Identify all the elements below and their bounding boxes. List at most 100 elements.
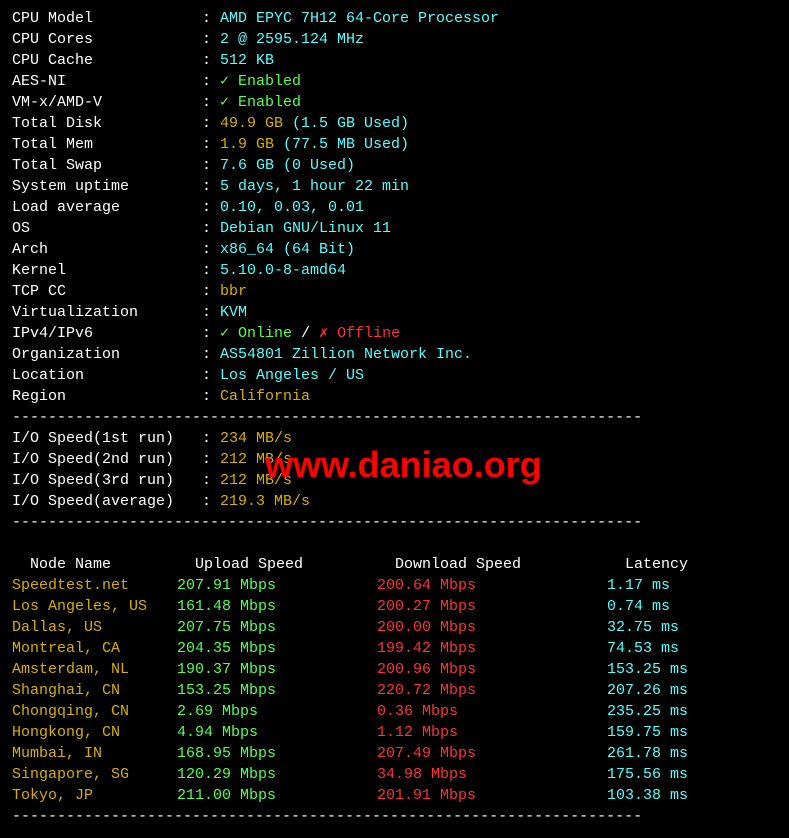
colon: : (202, 10, 220, 27)
system-info-block: CPU Model: AMD EPYC 7H12 64-Core Process… (12, 8, 777, 407)
upload-speed: 4.94 Mbps (177, 722, 377, 743)
system-row: VM-x/AMD-V: ✓ Enabled (12, 92, 777, 113)
node-name: Speedtest.net (12, 575, 177, 596)
system-label: OS (12, 218, 202, 239)
speedtest-row: Montreal, CA204.35 Mbps199.42 Mbps74.53 … (12, 638, 777, 659)
download-speed: 200.64 Mbps (377, 575, 607, 596)
node-name: Amsterdam, NL (12, 659, 177, 680)
system-value: ✓ Enabled (220, 73, 301, 90)
system-value-extra: (1.5 GB Used) (283, 115, 409, 132)
io-label: I/O Speed(1st run) (12, 428, 202, 449)
speedtest-row: Singapore, SG120.29 Mbps34.98 Mbps175.56… (12, 764, 777, 785)
colon: : (202, 346, 220, 363)
node-name: Chongqing, CN (12, 701, 177, 722)
system-value: 512 KB (220, 52, 274, 69)
latency: 103.38 ms (607, 785, 688, 806)
speedtest-row: Shanghai, CN153.25 Mbps220.72 Mbps207.26… (12, 680, 777, 701)
upload-speed: 161.48 Mbps (177, 596, 377, 617)
system-label: Organization (12, 344, 202, 365)
latency: 0.74 ms (607, 596, 670, 617)
download-speed: 0.36 Mbps (377, 701, 607, 722)
system-row: AES-NI: ✓ Enabled (12, 71, 777, 92)
system-value: California (220, 388, 310, 405)
system-value-extra: (77.5 MB Used) (274, 136, 409, 153)
speedtest-header: Node NameUpload SpeedDownload SpeedLaten… (12, 533, 777, 575)
download-speed: 200.96 Mbps (377, 659, 607, 680)
system-label: Total Disk (12, 113, 202, 134)
node-name: Montreal, CA (12, 638, 177, 659)
system-row: Total Disk: 49.9 GB (1.5 GB Used) (12, 113, 777, 134)
system-label: AES-NI (12, 71, 202, 92)
system-value: 1.9 GB (220, 136, 274, 153)
colon: : (202, 241, 220, 258)
node-name: Tokyo, JP (12, 785, 177, 806)
colon: : (202, 388, 220, 405)
system-label: CPU Model (12, 8, 202, 29)
system-row: CPU Model: AMD EPYC 7H12 64-Core Process… (12, 8, 777, 29)
system-value: 5.10.0-8-amd64 (220, 262, 346, 279)
system-label: TCP CC (12, 281, 202, 302)
latency: 32.75 ms (607, 617, 679, 638)
system-label: Kernel (12, 260, 202, 281)
speedtest-row: Chongqing, CN2.69 Mbps0.36 Mbps235.25 ms (12, 701, 777, 722)
system-label: System uptime (12, 176, 202, 197)
system-row: OS: Debian GNU/Linux 11 (12, 218, 777, 239)
io-value: 234 MB/s (220, 430, 292, 447)
ipv4-status: ✓ Online (220, 325, 292, 342)
download-speed: 1.12 Mbps (377, 722, 607, 743)
header-node: Node Name (30, 554, 195, 575)
latency: 235.25 ms (607, 701, 688, 722)
colon: : (202, 157, 220, 174)
system-row: Load average: 0.10, 0.03, 0.01 (12, 197, 777, 218)
colon: : (202, 430, 220, 447)
io-row: I/O Speed(2nd run) : 212 MB/s (12, 449, 777, 470)
io-value: 212 MB/s (220, 451, 292, 468)
speedtest-row: Dallas, US207.75 Mbps200.00 Mbps32.75 ms (12, 617, 777, 638)
system-row: Region: California (12, 386, 777, 407)
system-label: CPU Cores (12, 29, 202, 50)
colon: : (202, 94, 220, 111)
upload-speed: 207.91 Mbps (177, 575, 377, 596)
node-name: Singapore, SG (12, 764, 177, 785)
io-label: I/O Speed(2nd run) (12, 449, 202, 470)
colon: : (202, 325, 220, 342)
speedtest-row: Hongkong, CN4.94 Mbps1.12 Mbps159.75 ms (12, 722, 777, 743)
system-row: Virtualization: KVM (12, 302, 777, 323)
system-row: System uptime: 5 days, 1 hour 22 min (12, 176, 777, 197)
divider-line: ----------------------------------------… (12, 806, 777, 827)
colon: : (202, 115, 220, 132)
colon: : (202, 136, 220, 153)
upload-speed: 207.75 Mbps (177, 617, 377, 638)
system-value: 2 @ 2595.124 MHz (220, 31, 364, 48)
download-speed: 220.72 Mbps (377, 680, 607, 701)
io-row: I/O Speed(average) : 219.3 MB/s (12, 491, 777, 512)
speedtest-results: Speedtest.net207.91 Mbps200.64 Mbps1.17 … (12, 575, 777, 806)
download-speed: 200.27 Mbps (377, 596, 607, 617)
system-value: ✓ Enabled (220, 94, 301, 111)
upload-speed: 190.37 Mbps (177, 659, 377, 680)
system-value: 5 days, 1 hour 22 min (220, 178, 409, 195)
divider-line: ----------------------------------------… (12, 407, 777, 428)
system-row: TCP CC: bbr (12, 281, 777, 302)
system-value: 49.9 GB (220, 115, 283, 132)
header-upload: Upload Speed (195, 554, 395, 575)
system-label: VM-x/AMD-V (12, 92, 202, 113)
node-name: Los Angeles, US (12, 596, 177, 617)
system-value: AMD EPYC 7H12 64-Core Processor (220, 10, 499, 27)
latency: 207.26 ms (607, 680, 688, 701)
system-row: CPU Cache: 512 KB (12, 50, 777, 71)
io-row: I/O Speed(3rd run) : 212 MB/s (12, 470, 777, 491)
system-label: IPv4/IPv6 (12, 323, 202, 344)
system-row: IPv4/IPv6: ✓ Online / ✗ Offline (12, 323, 777, 344)
io-value: 212 MB/s (220, 472, 292, 489)
system-label: Load average (12, 197, 202, 218)
system-value: AS54801 Zillion Network Inc. (220, 346, 472, 363)
upload-speed: 153.25 Mbps (177, 680, 377, 701)
colon: : (202, 178, 220, 195)
download-speed: 199.42 Mbps (377, 638, 607, 659)
download-speed: 207.49 Mbps (377, 743, 607, 764)
system-row: Total Swap: 7.6 GB (0 Used) (12, 155, 777, 176)
colon: : (202, 199, 220, 216)
system-value: x86_64 (64 Bit) (220, 241, 355, 258)
speedtest-row: Speedtest.net207.91 Mbps200.64 Mbps1.17 … (12, 575, 777, 596)
